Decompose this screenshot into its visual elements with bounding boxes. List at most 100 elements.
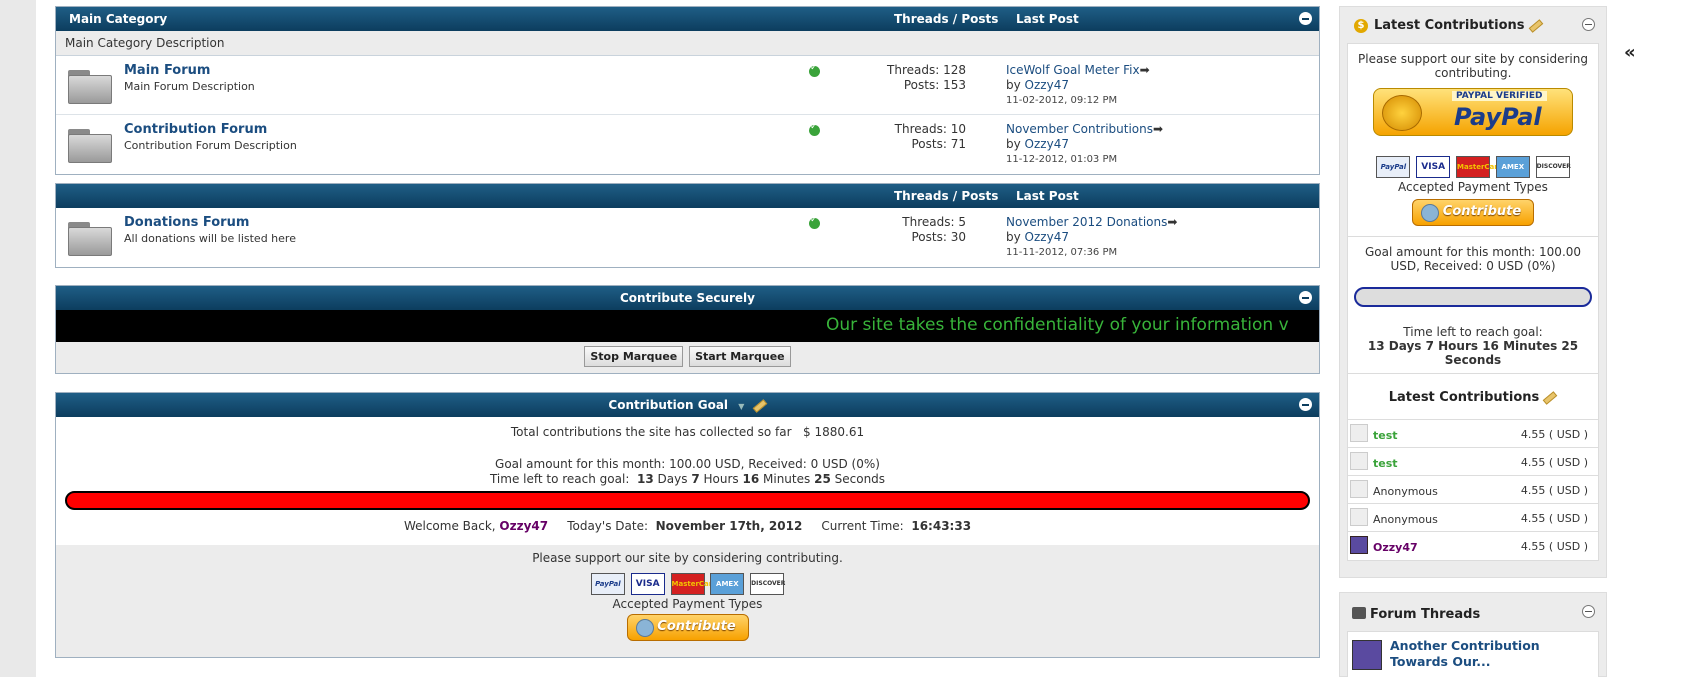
last-post-user[interactable]: Ozzy47: [1025, 230, 1069, 244]
goal-summary: Total contributions the site has collect…: [56, 417, 1319, 545]
sidebar-forum-threads: Forum Threads Another Contribution Towar…: [1339, 592, 1607, 677]
date-value: November 17th, 2012: [655, 519, 803, 533]
dropdown-icon[interactable]: ▼: [738, 402, 744, 411]
payment-cards: PayPal VISA MasterCard AMEX DISCOVER: [1356, 156, 1590, 180]
last-post-user[interactable]: Ozzy47: [1025, 78, 1069, 92]
collapse-icon[interactable]: [1582, 18, 1595, 31]
collapse-icon[interactable]: [1582, 605, 1595, 618]
inner-latest-title: Latest Contributions: [1388, 390, 1540, 405]
forum-row: Main Forum Main Forum Description Thread…: [56, 56, 1319, 115]
go-to-post-icon[interactable]: ➡: [1167, 215, 1177, 229]
globe-icon: [1421, 204, 1439, 222]
edit-pencil-icon[interactable]: [1528, 18, 1543, 33]
threads-count: Threads: 5: [902, 215, 966, 229]
forum-description: Contribution Forum Description: [124, 139, 297, 152]
minutes-label: Minutes: [763, 472, 811, 486]
forum-stats: Threads: 128 Posts: 153: [816, 63, 966, 93]
category-header: Threads / Posts Last Post: [56, 184, 1319, 208]
mastercard-card-icon: MasterCard: [1456, 156, 1503, 178]
avatar[interactable]: [1352, 640, 1382, 670]
forum-stats: Threads: 10 Posts: 71: [816, 122, 966, 152]
last-post-user[interactable]: Ozzy47: [1025, 137, 1069, 151]
time-left-value: 13 Days 7 Hours 16 Minutes 25 Seconds: [1367, 339, 1579, 367]
marquee-text: Our site takes the confidentiality of yo…: [826, 315, 1289, 335]
collapse-icon[interactable]: [1299, 12, 1312, 25]
contributor-name[interactable]: test: [1373, 429, 1398, 442]
posts-count: Posts: 30: [911, 230, 967, 244]
avatar[interactable]: [1350, 508, 1368, 526]
category-title[interactable]: Main Category: [69, 12, 167, 26]
collapse-icon[interactable]: [1299, 291, 1312, 304]
edit-pencil-icon[interactable]: [752, 398, 767, 413]
stop-marquee-button[interactable]: Stop Marquee: [584, 346, 684, 367]
contribute-securely-header: Contribute Securely: [56, 286, 1319, 310]
col-threads-posts: Threads / Posts: [894, 189, 999, 203]
col-threads-posts: Threads / Posts: [894, 12, 999, 26]
avatar[interactable]: [1350, 424, 1368, 442]
right-strip: «: [1624, 0, 1682, 677]
forum-threads-title: Forum Threads: [1370, 607, 1481, 622]
paypal-card-icon: PayPal: [1376, 156, 1411, 178]
go-to-post-icon[interactable]: ➡: [1153, 122, 1163, 136]
forum-name[interactable]: Main Forum: [124, 63, 210, 78]
collapse-sidebar-icon[interactable]: «: [1624, 42, 1636, 63]
contributor-name[interactable]: test: [1373, 457, 1398, 470]
donations-category-block: Threads / Posts Last Post Donations Foru…: [55, 183, 1320, 268]
category-description: Main Category Description: [56, 31, 1319, 56]
sidebar-latest-contributions: $ Latest Contributions Please support ou…: [1339, 6, 1607, 578]
contribution-amount: 4.55 ( USD ): [1520, 456, 1588, 469]
col-last-post: Last Post: [1016, 189, 1079, 203]
last-post: IceWolf Goal Meter Fix➡ by Ozzy47 11-02-…: [1006, 63, 1150, 108]
last-post-title[interactable]: November 2012 Donations: [1006, 215, 1167, 229]
accepted-payment-text: Accepted Payment Types: [612, 597, 763, 611]
sidebar-header: $ Latest Contributions: [1340, 7, 1606, 43]
contributor-name[interactable]: Ozzy47: [1373, 541, 1418, 554]
last-post-date: 11-12-2012, 01:03 PM: [1006, 154, 1118, 165]
last-post-date: 11-02-2012, 09:12 PM: [1006, 95, 1118, 106]
folder-icon: [68, 129, 112, 163]
seconds-value: 25: [814, 472, 831, 486]
mastercard-card-icon: MasterCard: [670, 573, 717, 595]
goal-support: Please support our site by considering c…: [56, 545, 1319, 657]
contributor-name: Anonymous: [1373, 513, 1438, 526]
contribution-amount: 4.55 ( USD ): [1520, 484, 1588, 497]
contribution-amount: 4.55 ( USD ): [1520, 540, 1588, 553]
last-post-title[interactable]: November Contributions: [1006, 122, 1153, 136]
forum-name[interactable]: Donations Forum: [124, 215, 249, 230]
contribution-row: Ozzy47 4.55 ( USD ): [1348, 532, 1598, 560]
contribute-button[interactable]: Contribute: [626, 614, 749, 641]
paypal-word: PayPal: [1454, 103, 1542, 131]
sidebar-support-panel: Please support our site by considering c…: [1347, 43, 1599, 237]
by-label: by: [1006, 78, 1021, 92]
avatar[interactable]: [1350, 536, 1368, 554]
sidebar-title: Latest Contributions: [1374, 18, 1525, 33]
inner-latest-header: Latest Contributions: [1348, 374, 1598, 420]
edit-pencil-icon[interactable]: [1542, 390, 1558, 405]
thread-title[interactable]: Another Contribution Towards Our...: [1390, 638, 1590, 670]
accepted-payment-text: Accepted Payment Types: [1398, 180, 1548, 194]
by-label: by: [1006, 230, 1021, 244]
sidebar-goal-panel: Goal amount for this month: 100.00 USD, …: [1347, 237, 1599, 374]
time-label: Current Time:: [821, 519, 904, 533]
chat-icon: [1352, 607, 1366, 619]
dollar-icon: $: [1354, 19, 1368, 33]
avatar[interactable]: [1350, 452, 1368, 470]
welcome-user[interactable]: Ozzy47: [499, 519, 548, 533]
forum-stats: Threads: 5 Posts: 30: [816, 215, 966, 245]
contribution-amount: 4.55 ( USD ): [1520, 512, 1588, 525]
discover-card-icon: DISCOVER: [750, 573, 785, 595]
avatar[interactable]: [1350, 480, 1368, 498]
go-to-post-icon[interactable]: ➡: [1140, 63, 1150, 77]
goal-text: Goal amount for this month: 100.00 USD, …: [495, 457, 880, 471]
contribution-goal-header: Contribution Goal ▼: [56, 393, 1319, 417]
collapse-icon[interactable]: [1299, 398, 1312, 411]
hours-label: Hours: [703, 472, 739, 486]
forum-name[interactable]: Contribution Forum: [124, 122, 267, 137]
start-marquee-button[interactable]: Start Marquee: [689, 346, 791, 367]
date-label: Today's Date:: [567, 519, 648, 533]
last-post-title[interactable]: IceWolf Goal Meter Fix: [1006, 63, 1140, 77]
amex-card-icon: AMEX: [1495, 156, 1530, 178]
visa-card-icon: VISA: [630, 573, 665, 595]
contribute-button[interactable]: Contribute: [1412, 199, 1534, 226]
thread-item: Another Contribution Towards Our...: [1347, 631, 1599, 677]
